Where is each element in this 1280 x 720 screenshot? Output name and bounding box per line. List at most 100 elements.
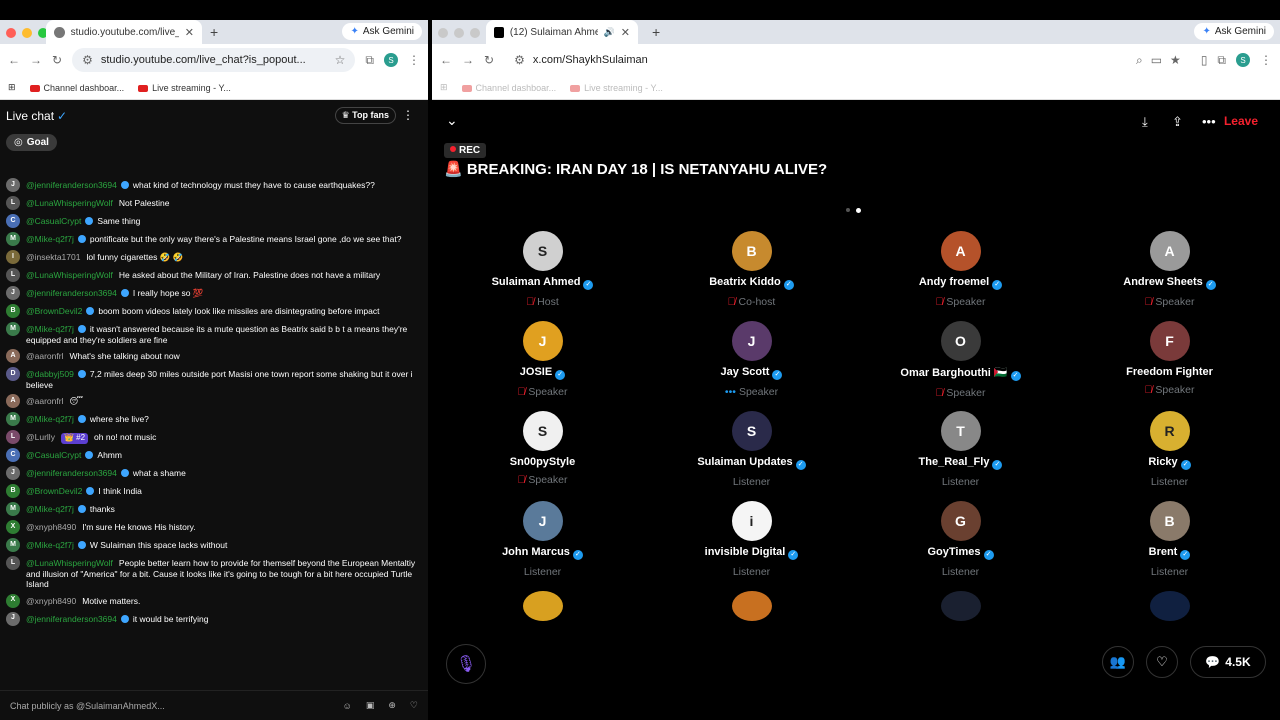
participant[interactable]: B Beatrix Kiddo ✓ 🎙̸ Co-host bbox=[647, 231, 856, 311]
url-field[interactable]: ⚙ x.com/ShaykhSulaiman ⌕ ▭ ★ bbox=[504, 48, 1191, 72]
close-tab-icon[interactable]: ✕ bbox=[621, 26, 630, 39]
participant[interactable]: O Omar Barghouthi 🇵🇸 ✓ 🎙̸ Speaker bbox=[856, 321, 1065, 401]
minimize-window-button[interactable] bbox=[454, 28, 464, 38]
participant-avatar[interactable]: J bbox=[522, 321, 563, 361]
bookmark-star-icon[interactable]: ★ bbox=[1170, 53, 1181, 67]
chat-username[interactable]: @jenniferanderson3694 bbox=[26, 614, 117, 624]
chat-username[interactable]: @Mike-q2f7j bbox=[26, 234, 74, 244]
avatar[interactable]: L bbox=[6, 430, 20, 444]
chat-username[interactable]: @LunaWhisperingWolf bbox=[26, 198, 113, 208]
participant-avatar[interactable]: A bbox=[1149, 231, 1190, 271]
bookmark-channel-dashboard[interactable]: Channel dashboar... bbox=[29, 83, 124, 93]
new-tab-button[interactable]: + bbox=[652, 24, 660, 40]
sidepanel-icon[interactable]: ▯ bbox=[1201, 53, 1208, 67]
participant[interactable]: T The_Real_Fly ✓ Listener bbox=[856, 411, 1065, 491]
bookmark-star-icon[interactable]: ☆ bbox=[335, 53, 346, 67]
chat-username[interactable]: @Mike-q2f7j bbox=[26, 504, 74, 514]
avatar[interactable]: C bbox=[6, 214, 20, 228]
super-chat-icon[interactable]: ▣ bbox=[366, 700, 375, 711]
avatar[interactable]: L bbox=[6, 196, 20, 210]
close-tab-icon[interactable]: ✕ bbox=[185, 26, 194, 39]
url-field[interactable]: ⚙ studio.youtube.com/live_chat?is_popout… bbox=[72, 48, 356, 72]
browser-menu-icon[interactable]: ⋮ bbox=[1260, 53, 1272, 67]
participant[interactable]: J John Marcus ✓ Listener bbox=[438, 501, 647, 581]
site-settings-icon[interactable]: ⚙ bbox=[82, 53, 93, 67]
avatar[interactable]: M bbox=[6, 322, 20, 336]
chat-username[interactable]: @Mike-q2f7j bbox=[26, 414, 74, 424]
extensions-icon[interactable]: ⧉ bbox=[365, 53, 374, 68]
participant[interactable]: S Sn00pyStyle 🎙̸ Speaker bbox=[438, 411, 647, 491]
participant[interactable]: S Sulaiman Updates ✓ Listener bbox=[647, 411, 856, 491]
avatar[interactable]: J bbox=[6, 286, 20, 300]
zoom-window-button[interactable] bbox=[470, 28, 480, 38]
chat-username[interactable]: @Mike-q2f7j bbox=[26, 324, 74, 334]
participant[interactable]: B Brent ✓ Listener bbox=[1065, 501, 1274, 581]
avatar[interactable]: M bbox=[6, 538, 20, 552]
browser-tab[interactable]: (12) Sulaiman Ahmed (@S... 🔊 ✕ bbox=[486, 20, 638, 44]
participant[interactable]: F Freedom Fighter 🎙̸ Speaker bbox=[1065, 321, 1274, 401]
participant[interactable]: A Andrew Sheets ✓ 🎙̸ Speaker bbox=[1065, 231, 1274, 311]
chat-username[interactable]: @aaronfrl bbox=[26, 396, 63, 406]
chat-username[interactable]: @xnyph8490 bbox=[26, 522, 76, 532]
participant[interactable]: J JOSIE ✓ 🎙̸ Speaker bbox=[438, 321, 647, 401]
apps-grid-icon[interactable]: ⊞ bbox=[440, 82, 448, 93]
avatar[interactable]: M bbox=[6, 412, 20, 426]
more-options-icon[interactable]: ••• bbox=[1202, 114, 1216, 129]
chat-username[interactable]: @jenniferanderson3694 bbox=[26, 180, 117, 190]
participant-avatar[interactable]: S bbox=[522, 411, 563, 451]
participant-avatar[interactable]: i bbox=[731, 501, 772, 541]
participant[interactable]: A Andy froemel ✓ 🎙̸ Speaker bbox=[856, 231, 1065, 311]
goal-chip[interactable]: ◎ Goal bbox=[6, 134, 57, 151]
avatar[interactable]: L bbox=[6, 556, 20, 570]
reload-icon[interactable]: ↻ bbox=[52, 53, 62, 67]
heart-icon[interactable]: ♡ bbox=[410, 700, 418, 711]
participant-avatar[interactable] bbox=[940, 591, 981, 621]
add-icon[interactable]: ⊕ bbox=[388, 700, 396, 711]
forward-icon[interactable]: → bbox=[30, 53, 42, 67]
minimize-space-icon[interactable]: ⤓ bbox=[1142, 114, 1148, 130]
chat-username[interactable]: @CasualCrypt bbox=[26, 216, 81, 226]
chat-username[interactable]: @jenniferanderson3694 bbox=[26, 288, 117, 298]
avatar[interactable]: J bbox=[6, 466, 20, 480]
chat-menu-icon[interactable]: ⋮ bbox=[402, 108, 414, 122]
collapse-chevron-icon[interactable]: ⌄ bbox=[446, 112, 458, 129]
chat-message-list[interactable]: J @jenniferanderson3694 what kind of techn… bbox=[0, 176, 428, 676]
participant-avatar[interactable] bbox=[1149, 591, 1190, 621]
avatar[interactable]: B bbox=[6, 304, 20, 318]
new-tab-button[interactable]: + bbox=[210, 24, 218, 40]
participant-avatar[interactable]: F bbox=[1149, 321, 1190, 361]
participant-avatar[interactable]: R bbox=[1149, 411, 1190, 451]
participant[interactable]: S Sulaiman Ahmed ✓ 🎙̸ Host bbox=[438, 231, 647, 311]
page-dot[interactable] bbox=[846, 208, 850, 212]
avatar[interactable]: L bbox=[6, 268, 20, 282]
back-icon[interactable]: ← bbox=[440, 53, 452, 67]
avatar[interactable]: C bbox=[6, 448, 20, 462]
participant-partial[interactable] bbox=[1065, 591, 1274, 621]
chat-username[interactable]: @LunaWhisperingWolf bbox=[26, 558, 113, 568]
bookmark-channel-dashboard[interactable]: Channel dashboar... bbox=[461, 83, 556, 93]
avatar[interactable]: J bbox=[6, 178, 20, 192]
participant[interactable]: R Ricky ✓ Listener bbox=[1065, 411, 1274, 491]
participant[interactable]: J Jay Scott ✓ ••• Speaker bbox=[647, 321, 856, 401]
close-window-button[interactable] bbox=[438, 28, 448, 38]
participant-avatar[interactable] bbox=[731, 591, 772, 621]
participant-avatar[interactable]: B bbox=[731, 231, 772, 271]
bookmark-live-streaming[interactable]: Live streaming - Y... bbox=[138, 83, 231, 93]
chat-username[interactable]: @dabbyj509 bbox=[26, 369, 74, 379]
browser-tab[interactable]: studio.youtube.com/live_chat ✕ bbox=[46, 20, 202, 44]
emoji-icon[interactable]: ☺ bbox=[343, 701, 352, 711]
avatar[interactable]: X bbox=[6, 593, 20, 608]
forward-icon[interactable]: → bbox=[462, 53, 474, 67]
back-icon[interactable]: ← bbox=[8, 53, 20, 67]
avatar[interactable]: A bbox=[6, 349, 20, 363]
chat-username[interactable]: @insekta1701 bbox=[26, 252, 80, 262]
share-icon[interactable]: ⇪ bbox=[1172, 114, 1183, 130]
participant-avatar[interactable]: O bbox=[940, 321, 981, 361]
apps-grid-icon[interactable]: ⊞ bbox=[8, 82, 16, 93]
browser-menu-icon[interactable]: ⋮ bbox=[408, 53, 420, 67]
reactions-button[interactable]: ♡ bbox=[1146, 646, 1178, 678]
chat-username[interactable]: @LunaWhisperingWolf bbox=[26, 270, 113, 280]
comments-button[interactable]: 💬 4.5K bbox=[1190, 646, 1266, 678]
chat-username[interactable]: @aaronfrl bbox=[26, 351, 63, 361]
avatar[interactable]: I bbox=[6, 250, 20, 264]
